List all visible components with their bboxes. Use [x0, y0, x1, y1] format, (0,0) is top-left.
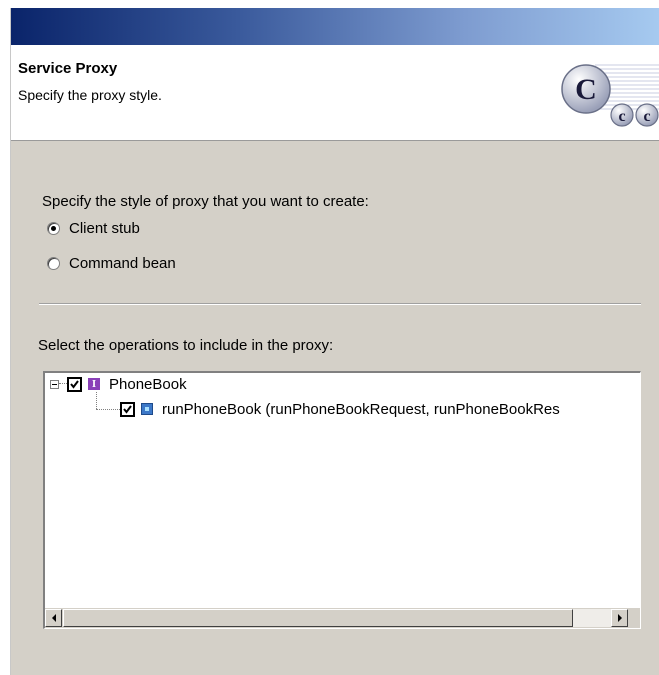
wizard-body: Specify the style of proxy that you want…: [11, 141, 659, 675]
wizard-header: Service Proxy Specify the proxy style. C…: [11, 45, 659, 141]
arrow-left-icon: [51, 614, 56, 622]
cics-c-logo-icon: C c c: [551, 55, 659, 130]
interface-icon: I: [88, 378, 100, 390]
title-bar: [11, 8, 659, 45]
radio-button[interactable]: [47, 221, 60, 235]
radio-button[interactable]: [47, 256, 60, 270]
radio-command-bean-label[interactable]: Command bean: [69, 255, 176, 272]
operations-label: Select the operations to include in the …: [38, 337, 334, 354]
operation-icon: [141, 403, 153, 415]
logo-letter-main: C: [575, 73, 597, 106]
scroll-right-button[interactable]: [611, 609, 628, 627]
tree-item-phonebook[interactable]: I PhoneBook: [50, 374, 187, 394]
tree-item-label[interactable]: runPhoneBook (runPhoneBookRequest, runPh…: [162, 401, 560, 418]
separator: [39, 303, 641, 305]
logo-letter-small-1: c: [618, 108, 625, 125]
runphonebook-checkbox[interactable]: [120, 401, 135, 417]
page-title: Service Proxy: [18, 60, 118, 77]
radio-command-bean[interactable]: Command bean: [47, 252, 176, 274]
page-description: Specify the proxy style.: [18, 87, 162, 103]
tree-item-label[interactable]: PhoneBook: [109, 376, 187, 393]
logo-letter-small-2: c: [643, 108, 650, 125]
radio-client-stub[interactable]: Client stub: [47, 217, 140, 239]
tree-item-runphonebook[interactable]: runPhoneBook (runPhoneBookRequest, runPh…: [120, 399, 560, 419]
phonebook-checkbox[interactable]: [67, 376, 82, 392]
tree-connector: [96, 409, 120, 411]
wizard-window: Service Proxy Specify the proxy style. C…: [10, 8, 659, 675]
tree-connector: [96, 392, 98, 409]
horizontal-scrollbar[interactable]: [45, 608, 640, 628]
proxy-style-label: Specify the style of proxy that you want…: [42, 193, 369, 210]
scrollbar-thumb[interactable]: [63, 609, 573, 627]
scrollbar-track[interactable]: [573, 609, 611, 627]
operations-tree[interactable]: I PhoneBook runPhoneBook (runPhoneBookRe…: [43, 371, 641, 629]
tree-connector: [59, 383, 67, 385]
collapse-toggle-icon[interactable]: [50, 379, 59, 389]
arrow-right-icon: [617, 614, 622, 622]
scroll-left-button[interactable]: [45, 609, 62, 627]
radio-client-stub-label[interactable]: Client stub: [69, 220, 140, 237]
